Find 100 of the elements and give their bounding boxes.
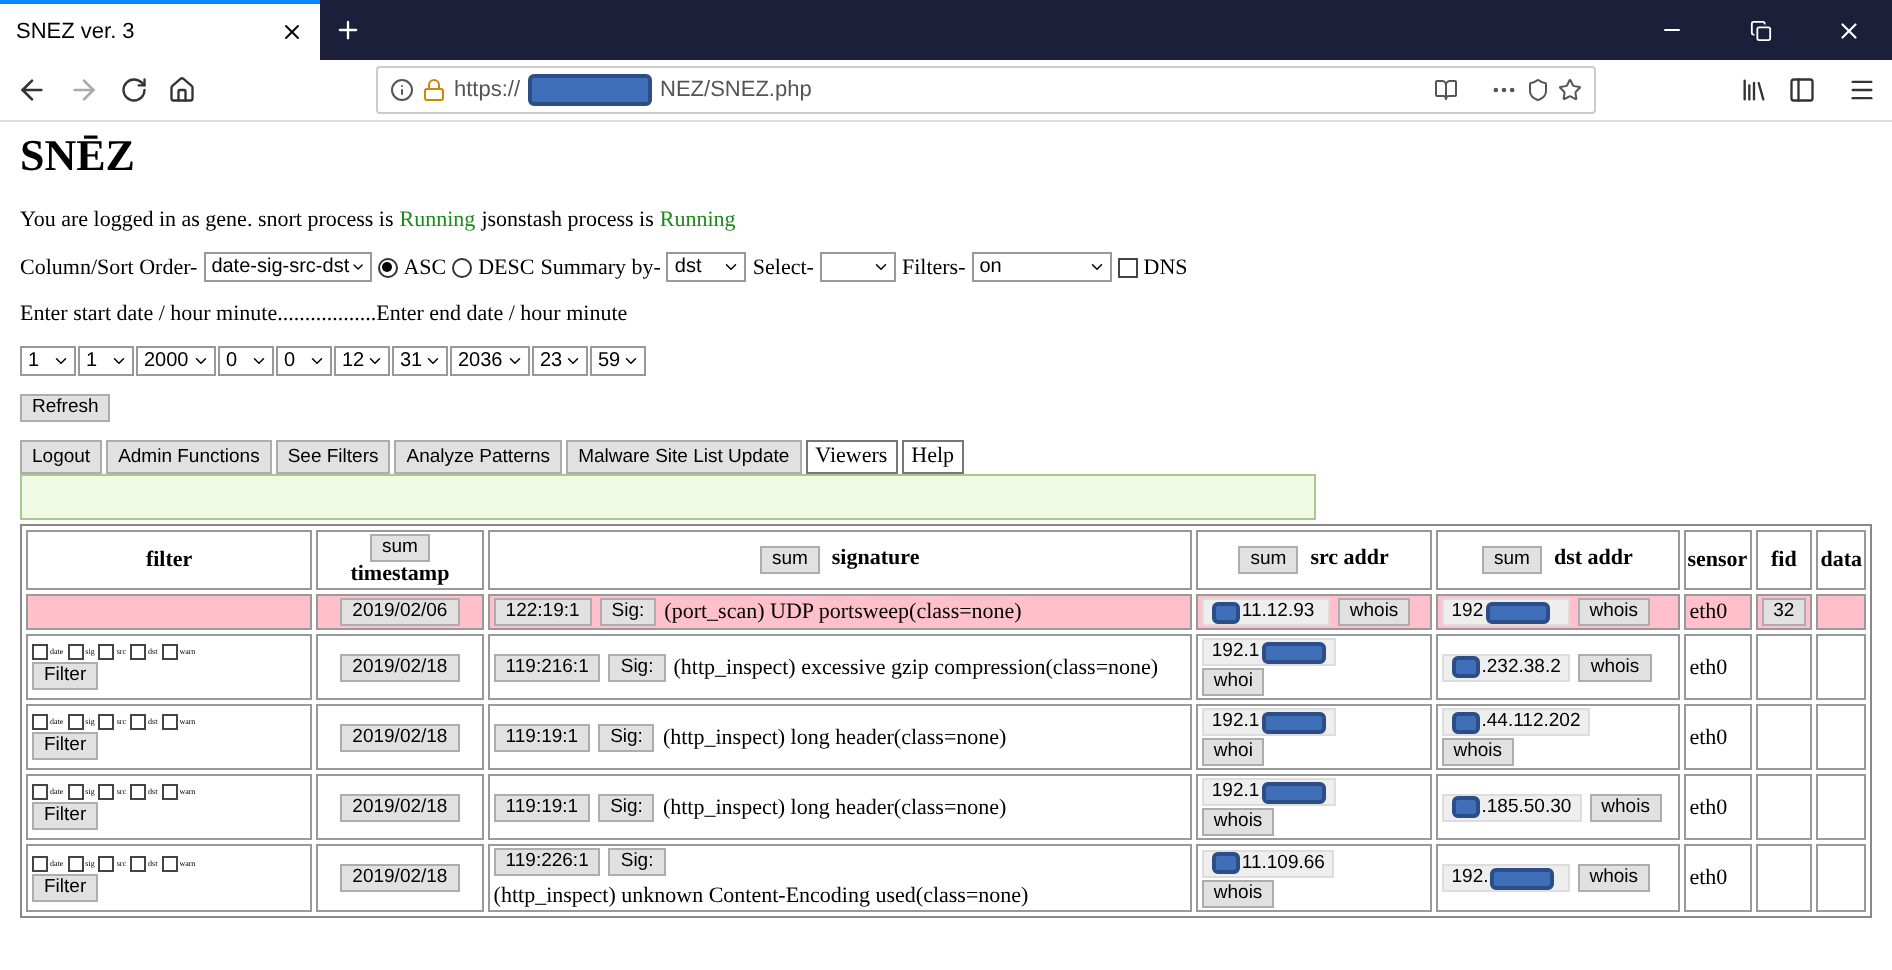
filter-checkbox[interactable] bbox=[32, 784, 48, 800]
radio-label: DESC bbox=[478, 253, 535, 281]
fid-button[interactable]: 32 bbox=[1761, 598, 1807, 626]
whois-button[interactable]: whois bbox=[1201, 879, 1275, 907]
nav-button[interactable]: Help bbox=[901, 440, 965, 474]
sidebar-icon[interactable] bbox=[1788, 76, 1816, 104]
filter-checkbox[interactable] bbox=[67, 855, 84, 871]
filters-select[interactable]: on bbox=[971, 252, 1112, 282]
summary-select[interactable]: dst bbox=[666, 252, 747, 282]
filter-checkbox[interactable] bbox=[161, 855, 178, 871]
column-header: sensor bbox=[1683, 530, 1752, 590]
date-select[interactable]: 0 bbox=[276, 346, 332, 376]
nav-button[interactable]: See Filters bbox=[275, 440, 391, 474]
whois-button[interactable]: whois bbox=[1589, 793, 1662, 821]
filter-checkbox[interactable] bbox=[161, 714, 178, 730]
sum-button[interactable]: sum bbox=[369, 534, 430, 562]
new-tab-icon[interactable] bbox=[334, 16, 362, 44]
whois-button[interactable]: whois bbox=[1201, 808, 1275, 836]
filter-button[interactable]: Filter bbox=[32, 732, 99, 760]
whois-button[interactable]: whoi bbox=[1201, 668, 1265, 696]
filter-checkbox[interactable] bbox=[98, 714, 115, 730]
filter-checkbox[interactable] bbox=[67, 784, 84, 800]
filter-checkbox[interactable] bbox=[67, 644, 84, 660]
home-icon[interactable] bbox=[168, 76, 196, 104]
filter-checkbox[interactable] bbox=[98, 855, 115, 871]
sig-button[interactable]: Sig: bbox=[608, 653, 666, 681]
filter-checkbox[interactable] bbox=[98, 644, 115, 660]
whois-button[interactable]: whois bbox=[1577, 864, 1651, 892]
timestamp-button[interactable]: 2019/02/18 bbox=[340, 793, 460, 821]
filter-checkbox[interactable] bbox=[130, 644, 147, 660]
refresh-button[interactable]: Refresh bbox=[20, 394, 111, 422]
sensor-text: eth0 bbox=[1689, 866, 1728, 890]
timestamp-button[interactable]: 2019/02/18 bbox=[340, 653, 460, 681]
filter-checkbox[interactable] bbox=[67, 714, 84, 730]
whois-button[interactable]: whois bbox=[1441, 738, 1515, 766]
column-header: fid bbox=[1755, 530, 1813, 590]
sig-button[interactable]: Sig: bbox=[598, 793, 655, 821]
info-icon bbox=[390, 78, 414, 102]
sum-button[interactable]: sum bbox=[759, 546, 820, 574]
timestamp-button[interactable]: 2019/02/18 bbox=[340, 723, 460, 751]
date-select[interactable]: 12 bbox=[334, 346, 390, 376]
nav-button[interactable]: Viewers bbox=[805, 440, 898, 474]
sig-button[interactable]: Sig: bbox=[599, 598, 657, 626]
sort-select[interactable]: date-sig-src-dst bbox=[203, 252, 372, 282]
sig-id-button[interactable]: 119:19:1 bbox=[493, 793, 591, 821]
reload-icon[interactable] bbox=[120, 76, 148, 104]
filter-button[interactable]: Filter bbox=[32, 873, 99, 901]
date-select[interactable]: 31 bbox=[392, 346, 448, 376]
menu-icon[interactable] bbox=[1848, 76, 1876, 104]
timestamp-button[interactable]: 2019/02/18 bbox=[340, 864, 460, 892]
reader-icon[interactable] bbox=[1434, 78, 1458, 102]
whois-button[interactable]: whois bbox=[1337, 598, 1411, 626]
filter-checkbox[interactable] bbox=[130, 855, 147, 871]
date-select[interactable]: 0 bbox=[218, 346, 274, 376]
sum-button[interactable]: sum bbox=[1482, 546, 1542, 574]
whois-button[interactable]: whoi bbox=[1201, 738, 1265, 766]
filter-checkbox[interactable] bbox=[161, 644, 178, 660]
filter-button[interactable]: Filter bbox=[32, 802, 99, 830]
date-select[interactable]: 1 bbox=[20, 346, 76, 376]
column-header: filter bbox=[26, 530, 313, 590]
browser-tab[interactable]: SNEZ ver. 3 bbox=[0, 0, 320, 60]
sig-id-button[interactable]: 122:19:1 bbox=[493, 598, 592, 626]
timestamp-button[interactable]: 2019/02/06 bbox=[340, 598, 460, 626]
nav-button[interactable]: Malware Site List Update bbox=[566, 440, 802, 474]
nav-button[interactable]: Analyze Patterns bbox=[394, 440, 563, 474]
filter-checkbox[interactable] bbox=[32, 855, 48, 871]
close-icon[interactable] bbox=[1835, 17, 1861, 43]
back-icon[interactable] bbox=[16, 74, 48, 106]
sig-button[interactable]: Sig: bbox=[598, 723, 655, 751]
restore-icon[interactable] bbox=[1749, 19, 1771, 41]
whois-button[interactable]: whois bbox=[1577, 598, 1651, 626]
sig-id-button[interactable]: 119:216:1 bbox=[493, 653, 601, 681]
shield-icon[interactable] bbox=[1526, 78, 1550, 102]
filter-checkbox[interactable] bbox=[130, 784, 147, 800]
filter-checkbox[interactable] bbox=[32, 714, 48, 730]
date-select[interactable]: 1 bbox=[78, 346, 134, 376]
dns-checkbox[interactable] bbox=[1117, 257, 1138, 277]
nav-button[interactable]: Admin Functions bbox=[106, 440, 272, 474]
filter-checkbox[interactable] bbox=[98, 784, 115, 800]
sig-id-button[interactable]: 119:226:1 bbox=[493, 848, 601, 876]
date-select[interactable]: 23 bbox=[532, 346, 588, 376]
radio-button[interactable] bbox=[377, 257, 398, 277]
select-dropdown[interactable] bbox=[819, 252, 896, 282]
sig-id-button[interactable]: 119:19:1 bbox=[493, 723, 591, 751]
filter-button[interactable]: Filter bbox=[32, 662, 99, 690]
date-select[interactable]: 2000 bbox=[136, 346, 216, 376]
star-icon[interactable] bbox=[1558, 78, 1582, 102]
sum-button[interactable]: sum bbox=[1238, 546, 1299, 574]
date-select[interactable]: 2036 bbox=[450, 346, 530, 376]
filter-checkbox[interactable] bbox=[161, 784, 178, 800]
close-icon[interactable] bbox=[280, 20, 304, 44]
filter-checkbox[interactable] bbox=[32, 644, 48, 660]
radio-button[interactable] bbox=[452, 257, 473, 277]
nav-button[interactable]: Logout bbox=[20, 440, 103, 474]
date-select[interactable]: 59 bbox=[590, 346, 646, 376]
filter-checkbox[interactable] bbox=[130, 714, 147, 730]
sig-button[interactable]: Sig: bbox=[608, 848, 666, 876]
library-icon[interactable] bbox=[1740, 76, 1768, 104]
whois-button[interactable]: whois bbox=[1578, 653, 1652, 681]
address-bar[interactable]: https:// NEZ/SNEZ.php bbox=[376, 66, 1596, 114]
